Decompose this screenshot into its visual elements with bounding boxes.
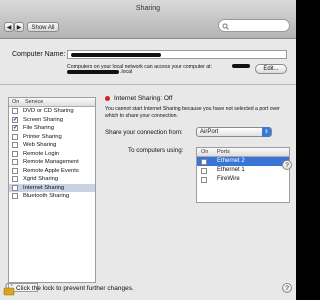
service-label: Bluetooth Sharing	[23, 193, 70, 199]
ports-list: On Ports Ethernet 2 Ethernet 1 FireWire	[196, 147, 290, 203]
service-row[interactable]: Remote Management	[9, 158, 95, 167]
port-checkbox[interactable]	[201, 176, 207, 183]
share-from-select[interactable]: AirPort ⇕	[196, 127, 272, 137]
ports-header-on: On	[201, 149, 209, 155]
service-checkbox[interactable]	[12, 159, 18, 165]
header-on: On	[12, 99, 20, 105]
service-row[interactable]: Xgrid Sharing	[9, 175, 95, 184]
port-label: Ethernet 2	[217, 158, 245, 164]
port-row[interactable]: Ethernet 1	[197, 166, 289, 175]
service-label: Screen Sharing	[23, 116, 63, 123]
port-label: FireWire	[217, 176, 240, 182]
service-row[interactable]: ✓ File Sharing	[9, 124, 95, 133]
service-row[interactable]: Printer Sharing	[9, 133, 95, 142]
service-label: Internet Sharing	[23, 184, 65, 191]
local-address-suffix: .local	[120, 69, 133, 75]
service-label: DVD or CD Sharing	[23, 108, 74, 114]
edit-button[interactable]: Edit...	[255, 64, 287, 74]
window-title: Sharing	[135, 5, 161, 12]
service-row[interactable]: Bluetooth Sharing	[9, 192, 95, 201]
service-list: On Service DVD or CD Sharing ✓ Screen Sh…	[8, 97, 96, 283]
show-all-button[interactable]: Show All	[27, 22, 59, 32]
checkmark-icon: ✓	[13, 125, 19, 131]
service-label: Xgrid Sharing	[23, 176, 59, 182]
service-label: Web Sharing	[23, 142, 57, 148]
service-checkbox[interactable]	[12, 108, 18, 114]
service-checkbox[interactable]	[12, 133, 18, 140]
ports-header-ports: Ports	[217, 149, 230, 155]
header-service: Service	[25, 99, 44, 105]
service-checkbox[interactable]	[12, 176, 18, 182]
service-checkbox[interactable]	[12, 184, 18, 191]
computer-name-field[interactable]	[67, 50, 287, 59]
service-checkbox[interactable]	[12, 142, 18, 148]
sharing-description-line2: which to share your connection.	[105, 113, 178, 119]
help-icon[interactable]: ?	[282, 283, 292, 293]
service-row-selected[interactable]: Internet Sharing	[9, 183, 95, 192]
service-checkbox[interactable]	[12, 150, 18, 157]
service-checkbox[interactable]	[12, 193, 18, 199]
port-row-selected[interactable]: Ethernet 2	[197, 157, 289, 166]
sharing-description-line1: You cannot start Internet Sharing becaus…	[105, 106, 280, 112]
service-row[interactable]: Remote Apple Events	[9, 167, 95, 176]
title-bar: Sharing ◀ ▶ Show All	[0, 0, 296, 39]
service-row[interactable]: DVD or CD Sharing	[9, 107, 95, 116]
status-indicator	[105, 96, 110, 101]
service-label: Remote Management	[23, 159, 79, 165]
service-checkbox[interactable]: ✓	[12, 116, 19, 123]
popup-arrows-icon: ⇕	[262, 127, 271, 137]
port-label: Ethernet 1	[217, 167, 245, 173]
screen-edge	[296, 0, 300, 300]
sharing-status: Internet Sharing: Off	[114, 95, 173, 102]
help-button[interactable]: ?	[282, 160, 292, 170]
port-row[interactable]: FireWire	[197, 175, 289, 184]
ports-header: On Ports	[197, 148, 289, 157]
service-row[interactable]: Remote Login	[9, 150, 95, 159]
back-button[interactable]: ◀	[4, 22, 14, 32]
service-checkbox[interactable]: ✓	[12, 125, 18, 131]
divider	[0, 84, 296, 85]
forward-arrow-icon: ▶	[16, 25, 22, 31]
service-row[interactable]: Web Sharing	[9, 141, 95, 150]
to-computers-label: To computers using:	[128, 147, 184, 154]
port-checkbox[interactable]	[201, 167, 207, 174]
checkmark-icon: ✓	[13, 116, 19, 123]
service-label: Remote Apple Events	[23, 167, 79, 174]
service-label: Printer Sharing	[23, 133, 62, 140]
back-arrow-icon: ◀	[6, 25, 12, 31]
search-icon	[222, 23, 229, 30]
service-label: Remote Login	[23, 150, 60, 157]
sharing-window: Sharing ◀ ▶ Show All Computer Name: Comp…	[0, 0, 296, 300]
lock-text: Click the lock to prevent further change…	[16, 285, 134, 292]
share-from-value: AirPort	[200, 129, 219, 135]
forward-button[interactable]: ▶	[14, 22, 24, 32]
search-field[interactable]	[218, 19, 290, 32]
share-from-label: Share your connection from:	[105, 129, 183, 136]
service-row[interactable]: ✓ Screen Sharing	[9, 116, 95, 125]
service-label: File Sharing	[23, 125, 54, 131]
lock-icon[interactable]	[3, 282, 15, 296]
service-list-header: On Service	[9, 98, 95, 107]
port-checkbox[interactable]	[201, 158, 207, 165]
computer-name-label: Computer Name:	[12, 51, 66, 58]
service-checkbox[interactable]	[12, 167, 18, 174]
